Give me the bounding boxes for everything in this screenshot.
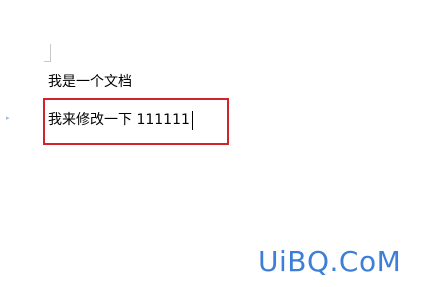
text-cursor (191, 110, 193, 130)
document-text-line-2-container[interactable]: 我来修改一下 111111 (48, 110, 193, 130)
document-text-line-2[interactable]: 我来修改一下 111111 (48, 110, 190, 130)
document-page[interactable]: ▸ 我是一个文档 我来修改一下 111111 UiBQ.CoM (0, 0, 428, 287)
margin-corner-icon (44, 44, 51, 62)
site-watermark: UiBQ.CoM (258, 245, 402, 278)
document-text-line-1[interactable]: 我是一个文档 (48, 72, 132, 92)
tab-marker-icon: ▸ (6, 114, 10, 122)
